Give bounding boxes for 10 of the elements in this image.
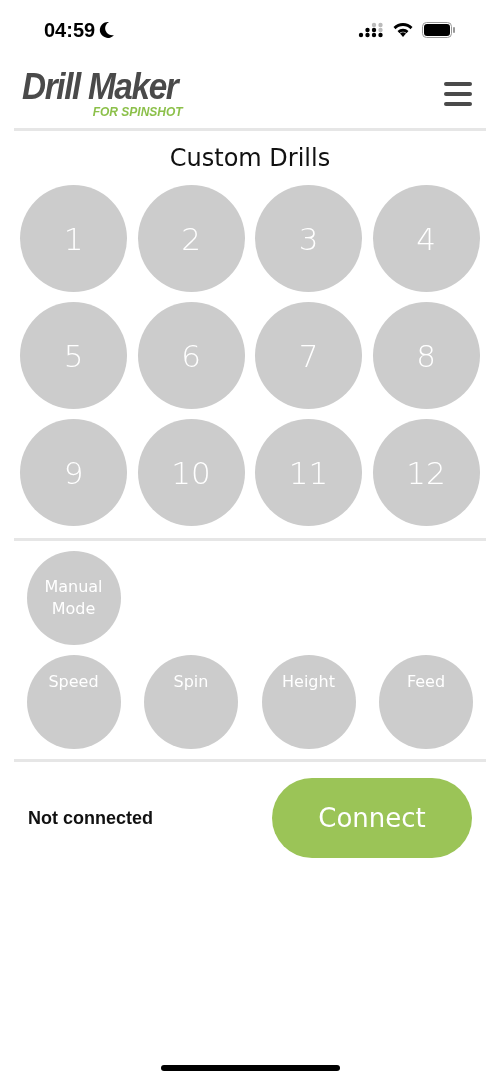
signal-icon <box>358 22 384 38</box>
battery-icon <box>422 22 456 38</box>
wifi-icon <box>392 22 414 38</box>
connection-status: Not connected <box>28 807 153 829</box>
menu-button[interactable] <box>444 82 472 106</box>
page-title: Custom Drills <box>168 143 332 174</box>
status-time: 04:59 <box>44 18 96 42</box>
logo-title: Drill Maker <box>22 69 178 105</box>
connect-button[interactable]: Connect <box>272 778 472 858</box>
logo-subtitle: FOR SPINSHOT <box>92 105 183 119</box>
